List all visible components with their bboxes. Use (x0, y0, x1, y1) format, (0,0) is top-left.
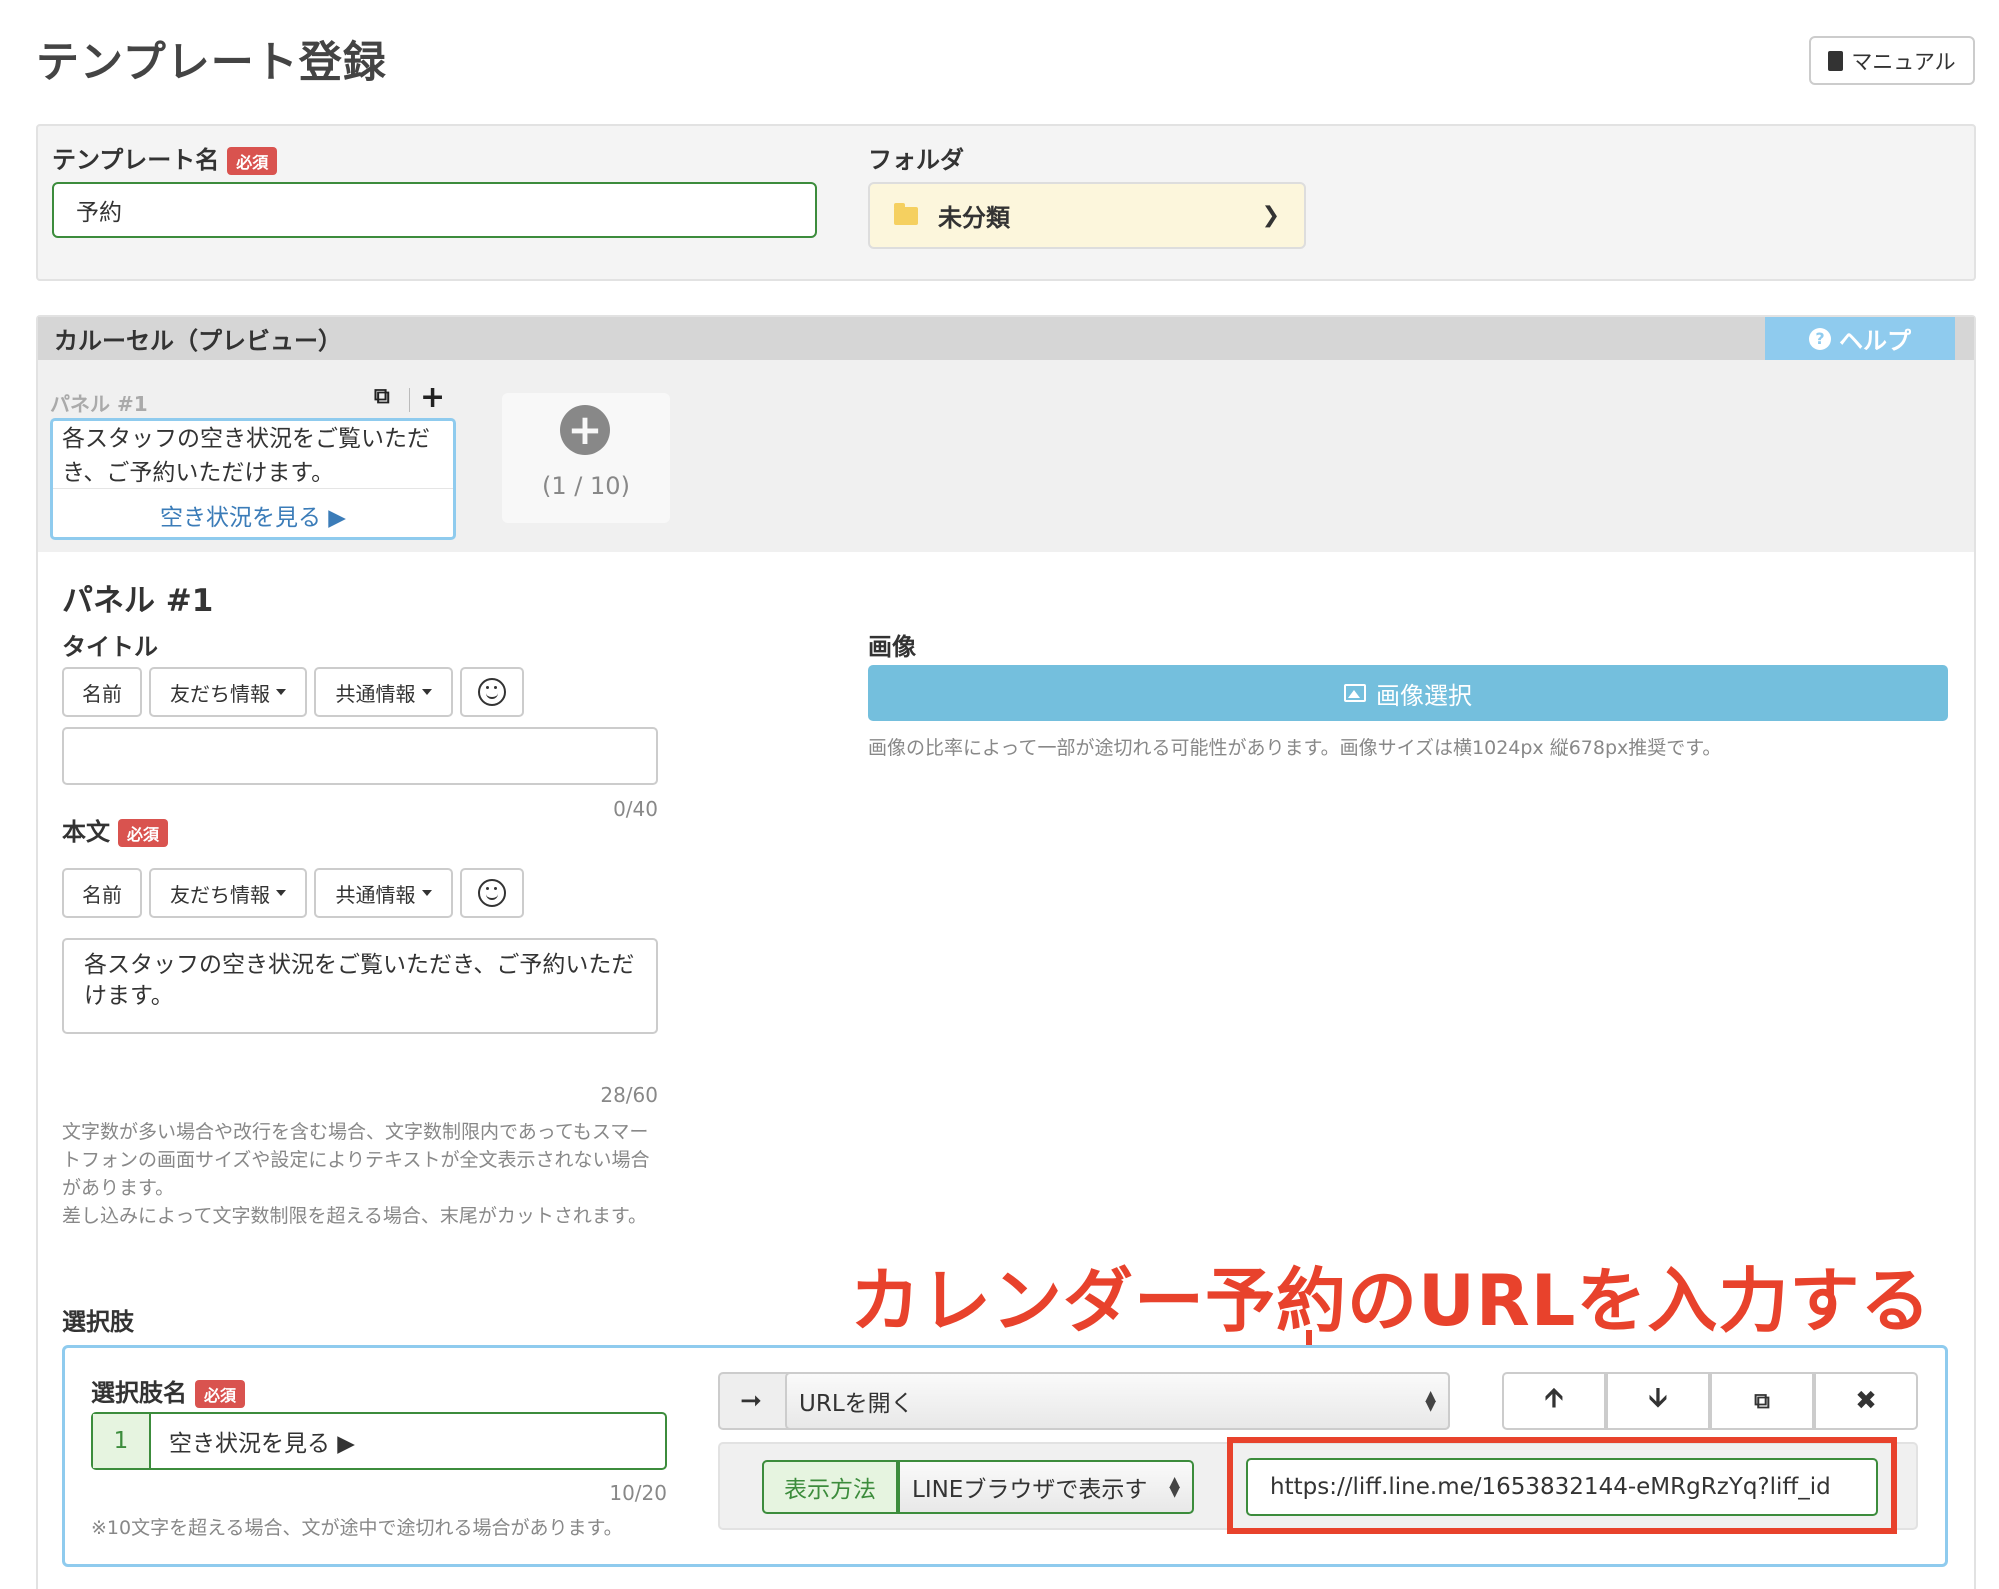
required-badge: 必須 (118, 819, 169, 847)
template-name-input[interactable]: 予約 (52, 182, 817, 238)
choice-name-input[interactable]: 1 空き状況を見る ▶ (91, 1412, 667, 1470)
action-type-value: URLを開く (799, 1391, 914, 1417)
body-counter: 28/60 (600, 1083, 658, 1107)
choice-name-label-text: 選択肢名 (91, 1379, 187, 1407)
close-icon: ✖ (1855, 1386, 1877, 1416)
friend-info-dropdown[interactable]: 友だち情報 (149, 868, 307, 918)
manual-button[interactable]: マニュアル (1809, 36, 1975, 85)
copy-choice-button[interactable]: ⧉ (1710, 1372, 1814, 1430)
move-down-button[interactable]: 🡫 (1606, 1372, 1710, 1430)
choices-label: 選択肢 (62, 1308, 134, 1336)
template-name-label-text: テンプレート名 (52, 146, 220, 174)
folder-label: フォルダ (868, 146, 964, 174)
choice-note: ※10文字を超える場合、文が途中で途切れる場合があります。 (91, 1517, 623, 1539)
template-name-label: テンプレート名 必須 (52, 140, 278, 175)
body-note: 文字数が多い場合や改行を含む場合、文字数制限内であってもスマートフォンの画面サイ… (62, 1121, 650, 1227)
question-icon: ? (1809, 327, 1831, 350)
display-method-select[interactable]: LINEブラウザで表示す ▲ ▼ (898, 1460, 1194, 1514)
common-info-dropdown[interactable]: 共通情報 (314, 667, 453, 717)
image-note: 画像の比率によって一部が途切れる可能性があります。画像サイズは横1024px 縦… (868, 737, 1722, 759)
card-divider (53, 488, 453, 489)
book-icon (1828, 50, 1844, 71)
image-select-button[interactable]: 画像選択 (868, 665, 1948, 721)
choice-index: 1 (93, 1414, 151, 1468)
common-info-dropdown[interactable]: 共通情報 (314, 868, 453, 918)
action-type-select[interactable]: URLを開く ▲ ▼ (785, 1372, 1450, 1430)
annotation-highlight-box (1227, 1437, 1897, 1534)
preview-card-text: 各スタッフの空き状況をご覧いただき、ご予約いただけます。 (62, 426, 430, 486)
preview-card-link: 空き状況を見る ▶ (160, 505, 346, 531)
caret-down-icon (276, 689, 286, 695)
image-select-label: 画像選択 (1376, 681, 1472, 710)
required-badge: 必須 (195, 1380, 246, 1408)
chevron-down-icon: ❯ (1261, 203, 1280, 228)
preview-panel-label: パネル #1 (50, 392, 148, 416)
help-button[interactable]: ? ヘルプ (1765, 317, 1955, 360)
emoji-button[interactable] (460, 667, 524, 717)
title-counter: 0/40 (613, 797, 658, 821)
body-label: 本文 必須 (62, 812, 169, 847)
smile-icon (478, 678, 506, 706)
caret-down-icon (276, 890, 286, 896)
updown-icon: ▲ ▼ (1169, 1474, 1180, 1500)
smile-icon (478, 879, 506, 907)
common-info-label: 共通情報 (335, 681, 416, 706)
delete-choice-button[interactable]: ✖ (1814, 1372, 1918, 1430)
insert-name-button[interactable]: 名前 (62, 667, 142, 717)
image-label: 画像 (868, 633, 916, 661)
manual-label: マニュアル (1851, 49, 1956, 74)
folder-select[interactable]: 未分類 ❯ (868, 182, 1306, 249)
friend-info-dropdown[interactable]: 友だち情報 (149, 667, 307, 717)
caret-down-icon (421, 890, 432, 896)
insert-name-button[interactable]: 名前 (62, 868, 142, 918)
move-up-button[interactable]: 🡩 (1502, 1372, 1606, 1430)
panel-count: (1 / 10) (542, 472, 630, 500)
icon-divider (409, 388, 410, 412)
caret-down-icon (421, 689, 432, 695)
copy-icon: ⧉ (1754, 1388, 1770, 1414)
page-title: テンプレート登録 (36, 38, 387, 88)
folder-value: 未分類 (938, 204, 1010, 232)
friend-info-label: 友だち情報 (170, 681, 270, 706)
updown-icon: ▲ ▼ (1425, 1388, 1436, 1414)
folder-icon (894, 202, 918, 225)
choice-name-label: 選択肢名 必須 (91, 1373, 246, 1408)
arrow-down-icon: 🡫 (1648, 1383, 1668, 1413)
body-textarea-value: 各スタッフの空き状況をご覧いただき、ご予約いただけます。 (84, 952, 635, 1009)
friend-info-label: 友だち情報 (170, 882, 270, 907)
required-badge: 必須 (227, 147, 278, 175)
help-label: ヘルプ (1839, 327, 1911, 355)
display-method-label: 表示方法 (762, 1460, 898, 1514)
common-info-label: 共通情報 (335, 882, 416, 907)
panel-heading: パネル #1 (62, 583, 214, 619)
choice-counter: 10/20 (609, 1481, 667, 1505)
title-input[interactable] (62, 727, 658, 785)
display-method-value: LINEブラウザで表示す (912, 1477, 1148, 1503)
arrow-right-icon: ➞ (740, 1386, 762, 1416)
arrow-up-icon: 🡩 (1544, 1383, 1564, 1413)
image-icon (1344, 684, 1366, 702)
annotation-text: カレンダー予約のURLを入力する (850, 1260, 1932, 1342)
add-panel-plus-icon[interactable]: + (420, 380, 445, 415)
copy-panel-icon[interactable]: ⧉ (374, 384, 390, 409)
emoji-button[interactable] (460, 868, 524, 918)
plus-circle-icon[interactable]: + (560, 405, 610, 455)
body-label-text: 本文 (62, 818, 110, 846)
choice-name-value: 空き状況を見る ▶ (169, 1431, 355, 1457)
carousel-header: カルーセル（プレビュー） (38, 317, 1974, 360)
title-label: タイトル (62, 633, 158, 661)
